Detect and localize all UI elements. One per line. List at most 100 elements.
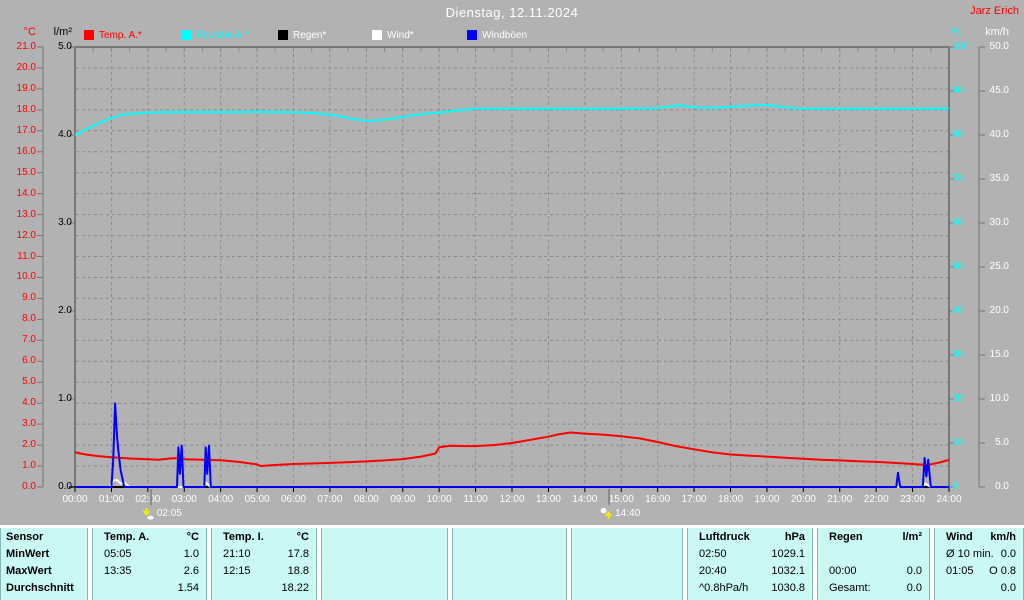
table-col-temp-i: Temp. I. °C 21:10 17.8 12:15 18.8 18.22 [211, 528, 317, 600]
moon-rise-icon [600, 507, 613, 519]
temp-axis-tick-label: 17.0 [16, 124, 36, 136]
wind-axis-tick-label: 45.0 [989, 85, 1009, 96]
temp-axis-tick-label: 8.0 [22, 313, 36, 325]
table-cell-row [453, 546, 566, 563]
x-axis-label: 16:00 [645, 494, 671, 505]
table-cell-row: Ø 10 min. 0.0 [946, 548, 1016, 560]
table-col-temp-a: Temp. A. °C 05:05 1.0 13:35 2.6 1.54 [92, 528, 207, 600]
temp-axis-tick-label: 9.0 [22, 292, 36, 304]
marker-02-05: 02:05 [142, 506, 182, 520]
table-col-header [453, 529, 566, 546]
table-cell-row: 1.54 [177, 582, 199, 594]
table-cell-row [322, 546, 447, 563]
humidity-axis-tick-label: 30 [952, 349, 964, 360]
rain-axis-tick-label: 0.0 [58, 481, 72, 492]
table-col-header: Wind km/h [946, 531, 1016, 543]
wind-axis-tick-label: 35.0 [989, 173, 1009, 184]
temp-axis-tick-label: 10.0 [16, 271, 36, 283]
marker-tick [608, 489, 611, 505]
x-axis-label: 22:00 [863, 494, 889, 505]
table-cell-row [572, 546, 682, 563]
table-cell-row [322, 580, 447, 597]
temp-axis-tick-label: 0.0 [22, 481, 36, 492]
x-axis-label: 14:00 [572, 494, 598, 505]
marker-14-40: 14:40 [600, 506, 640, 520]
table-col-header: Temp. I. °C [223, 531, 309, 543]
x-axis-label: 23:00 [900, 494, 926, 505]
humidity-axis-tick-label: 0 [952, 481, 958, 492]
rain-axis-tick-label: 1.0 [58, 393, 72, 404]
chart-canvas [37, 46, 985, 492]
table-col-luftdruck: Luftdruck hPa 02:50 1029.1 20:40 1032.1 ^0.8hP… [687, 528, 813, 600]
x-axis-label: 03:00 [171, 494, 197, 505]
table-row-label: Durchschnitt [6, 582, 74, 594]
temp-axis-tick-label: 15.0 [16, 166, 36, 178]
x-axis-label: 12:00 [499, 494, 525, 505]
humidity-axis-tick-label: 20 [952, 393, 964, 404]
table-row-label: Sensor [6, 531, 44, 543]
x-axis-labels: 00:00 01:00 02:00 03:00 04:00 05:00 06:00 07:00… [0, 494, 1024, 506]
rain-axis-tick-label: 3.0 [58, 217, 72, 228]
table-row-label: MinWert [6, 548, 50, 560]
table-cell-row [572, 580, 682, 597]
chart-plot-area[interactable] [75, 47, 949, 487]
table-cell-row: 13:35 2.6 [104, 565, 199, 577]
x-axis-label: 07:00 [317, 494, 343, 505]
x-axis-label: 17:00 [681, 494, 707, 505]
temp-axis-tick-label: 1.0 [22, 460, 36, 472]
table-col-header [322, 529, 447, 546]
temp-axis-tick-label: 20.0 [16, 61, 36, 73]
x-axis-label: 02:00 [135, 494, 161, 505]
x-axis-label: 21:00 [827, 494, 853, 505]
wind-axis-tick-label: 40.0 [989, 129, 1009, 140]
x-axis-label: 00:00 [62, 494, 88, 505]
table-col-empty-4 [571, 528, 683, 600]
table-cell-row: 00:00 0.0 [829, 565, 922, 577]
x-axis-label: 09:00 [390, 494, 416, 505]
rain-axis-tick-label: 2.0 [58, 305, 72, 316]
table-col-header: Luftdruck hPa [699, 531, 805, 543]
table-col-empty-2 [321, 528, 448, 600]
x-axis-label: 06:00 [280, 494, 307, 505]
table-cell-row: 02:50 1029.1 [699, 548, 805, 560]
table-col-header: Regen l/m² [829, 531, 922, 543]
humidity-axis-tick-label: 100 [952, 41, 969, 52]
summary-table: Sensor MinWert MaxWert Durchschnitt Temp. A.… [0, 525, 1024, 600]
x-axis-label: 19:00 [754, 494, 780, 505]
wind-axis-tick-label: 15.0 [989, 349, 1009, 360]
moon-set-icon [142, 507, 154, 520]
table-cell-row: 21:10 17.8 [223, 548, 309, 560]
temp-axis-tick-label: 2.0 [22, 439, 36, 451]
marker-tick [149, 489, 152, 505]
temp-axis-tick-label: 5.0 [22, 376, 36, 388]
table-cell-row [322, 563, 447, 580]
table-cell-row: 20:40 1032.1 [699, 565, 805, 577]
temp-axis-tick-label: 18.0 [16, 103, 36, 115]
x-axis-label: 01:00 [98, 494, 124, 505]
table-cell-row [572, 563, 682, 580]
table-cell-row: 0.0 [1000, 582, 1016, 594]
marker-time-label: 14:40 [615, 507, 641, 519]
wind-axis-tick-label: 30.0 [989, 217, 1009, 228]
temp-axis-tick-label: 19.0 [16, 82, 36, 94]
table-cell-row: Gesamt: 0.0 [829, 582, 922, 594]
table-cell-row: 18.22 [281, 582, 309, 594]
wind-axis-tick-label: 5.0 [995, 437, 1009, 448]
x-axis-label: 04:00 [208, 494, 234, 505]
temp-axis-tick-label: 6.0 [22, 355, 36, 367]
table-col-regen: Regen l/m² 00:00 0.0 Gesamt: 0.0 [817, 528, 930, 600]
x-axis-label: 11:00 [463, 494, 488, 505]
table-cell-row [453, 580, 566, 597]
table-row-labels: Sensor MinWert MaxWert Durchschnitt [0, 528, 88, 600]
table-col-wind: Wind km/h Ø 10 min. 0.0 01:05 O 0.8 0.0 [934, 528, 1024, 600]
humidity-axis-tick-label: 10 [952, 437, 964, 448]
x-axis-label: 05:00 [244, 494, 270, 505]
temp-axis-tick-label: 13.0 [16, 208, 36, 220]
wind-axis-tick-label: 20.0 [989, 305, 1009, 316]
wind-axis-tick-label: 50.0 [989, 41, 1009, 52]
humidity-axis-tick-label: 70 [952, 173, 964, 184]
temp-axis-tick-label: 14.0 [16, 187, 36, 199]
table-cell-row: 12:15 18.8 [223, 565, 309, 577]
table-cell-row [453, 563, 566, 580]
humidity-axis-tick-label: 50 [952, 261, 964, 272]
